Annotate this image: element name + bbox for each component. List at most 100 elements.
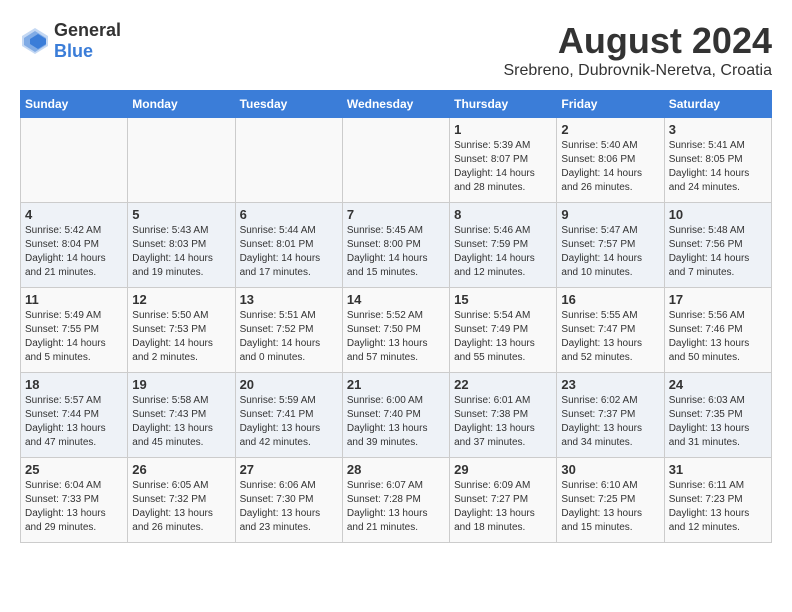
column-header-thursday: Thursday <box>450 91 557 118</box>
calendar-cell <box>128 118 235 203</box>
day-number: 22 <box>454 377 552 392</box>
calendar-cell: 9Sunrise: 5:47 AM Sunset: 7:57 PM Daylig… <box>557 203 664 288</box>
calendar-week-5: 25 Sunrise: 6:04 AM Sunset: 7:33 PM Dayli… <box>21 458 772 543</box>
day-info: Sunrise: 5:52 AM Sunset: 7:50 PM Dayligh… <box>347 309 445 365</box>
day-number: 30 <box>561 462 659 477</box>
logo: General Blue <box>20 20 121 62</box>
day-number: 5 <box>132 207 230 222</box>
day-info: Sunrise: 5:48 AM Sunset: 7:56 PM Dayligh… <box>669 224 767 280</box>
day-number: 14 <box>347 292 445 307</box>
day-info: Sunrise: 6:05 AM Sunset: 7:32 PM Dayligh… <box>132 479 230 535</box>
day-number: 13 <box>240 292 338 307</box>
calendar-body: 1Sunrise: 5:39 AM Sunset: 8:07 PM Daylig… <box>21 118 772 543</box>
calendar-cell: 16 Sunrise: 5:55 AM Sunset: 7:47 PM Dayli… <box>557 288 664 373</box>
calendar-cell: 1Sunrise: 5:39 AM Sunset: 8:07 PM Daylig… <box>450 118 557 203</box>
calendar-table: SundayMondayTuesdayWednesdayThursdayFrid… <box>20 90 772 543</box>
day-number: 6 <box>240 207 338 222</box>
day-number: 11 <box>25 292 123 307</box>
calendar-cell: 4 Sunrise: 5:42 AM Sunset: 8:04 PM Daylig… <box>21 203 128 288</box>
calendar-cell: 24 Sunrise: 6:03 AM Sunset: 7:35 PM Dayli… <box>664 373 771 458</box>
day-number: 28 <box>347 462 445 477</box>
calendar-cell: 15Sunrise: 5:54 AM Sunset: 7:49 PM Dayli… <box>450 288 557 373</box>
day-info: Sunrise: 6:02 AM Sunset: 7:37 PM Dayligh… <box>561 394 659 450</box>
calendar-cell <box>342 118 449 203</box>
day-info: Sunrise: 5:40 AM Sunset: 8:06 PM Dayligh… <box>561 139 659 195</box>
day-info: Sunrise: 6:06 AM Sunset: 7:30 PM Dayligh… <box>240 479 338 535</box>
day-number: 29 <box>454 462 552 477</box>
column-header-saturday: Saturday <box>664 91 771 118</box>
day-number: 4 <box>25 207 123 222</box>
calendar-cell: 22 Sunrise: 6:01 AM Sunset: 7:38 PM Dayli… <box>450 373 557 458</box>
logo-icon <box>20 26 50 56</box>
day-info: Sunrise: 5:55 AM Sunset: 7:47 PM Dayligh… <box>561 309 659 365</box>
day-info: Sunrise: 6:04 AM Sunset: 7:33 PM Dayligh… <box>25 479 123 535</box>
calendar-cell: 10 Sunrise: 5:48 AM Sunset: 7:56 PM Dayli… <box>664 203 771 288</box>
logo-blue-text: Blue <box>54 41 93 61</box>
calendar-cell: 5 Sunrise: 5:43 AM Sunset: 8:03 PM Daylig… <box>128 203 235 288</box>
day-number: 3 <box>669 122 767 137</box>
calendar-cell: 28 Sunrise: 6:07 AM Sunset: 7:28 PM Dayli… <box>342 458 449 543</box>
column-header-wednesday: Wednesday <box>342 91 449 118</box>
month-year-title: August 2024 <box>503 20 772 62</box>
calendar-cell: 31Sunrise: 6:11 AM Sunset: 7:23 PM Dayli… <box>664 458 771 543</box>
calendar-cell: 13 Sunrise: 5:51 AM Sunset: 7:52 PM Dayli… <box>235 288 342 373</box>
day-info: Sunrise: 6:00 AM Sunset: 7:40 PM Dayligh… <box>347 394 445 450</box>
day-number: 20 <box>240 377 338 392</box>
calendar-cell: 2 Sunrise: 5:40 AM Sunset: 8:06 PM Daylig… <box>557 118 664 203</box>
day-info: Sunrise: 6:03 AM Sunset: 7:35 PM Dayligh… <box>669 394 767 450</box>
calendar-week-1: 1Sunrise: 5:39 AM Sunset: 8:07 PM Daylig… <box>21 118 772 203</box>
calendar-cell: 30 Sunrise: 6:10 AM Sunset: 7:25 PM Dayli… <box>557 458 664 543</box>
day-info: Sunrise: 5:56 AM Sunset: 7:46 PM Dayligh… <box>669 309 767 365</box>
calendar-cell: 23Sunrise: 6:02 AM Sunset: 7:37 PM Dayli… <box>557 373 664 458</box>
calendar-cell: 18Sunrise: 5:57 AM Sunset: 7:44 PM Dayli… <box>21 373 128 458</box>
day-info: Sunrise: 5:58 AM Sunset: 7:43 PM Dayligh… <box>132 394 230 450</box>
day-info: Sunrise: 6:09 AM Sunset: 7:27 PM Dayligh… <box>454 479 552 535</box>
calendar-cell: 29 Sunrise: 6:09 AM Sunset: 7:27 PM Dayli… <box>450 458 557 543</box>
day-info: Sunrise: 6:01 AM Sunset: 7:38 PM Dayligh… <box>454 394 552 450</box>
calendar-cell <box>235 118 342 203</box>
calendar-cell: 3 Sunrise: 5:41 AM Sunset: 8:05 PM Daylig… <box>664 118 771 203</box>
day-info: Sunrise: 5:50 AM Sunset: 7:53 PM Dayligh… <box>132 309 230 365</box>
day-info: Sunrise: 5:44 AM Sunset: 8:01 PM Dayligh… <box>240 224 338 280</box>
day-info: Sunrise: 5:51 AM Sunset: 7:52 PM Dayligh… <box>240 309 338 365</box>
calendar-cell: 25 Sunrise: 6:04 AM Sunset: 7:33 PM Dayli… <box>21 458 128 543</box>
day-number: 21 <box>347 377 445 392</box>
day-info: Sunrise: 5:47 AM Sunset: 7:57 PM Dayligh… <box>561 224 659 280</box>
day-info: Sunrise: 6:10 AM Sunset: 7:25 PM Dayligh… <box>561 479 659 535</box>
day-info: Sunrise: 5:54 AM Sunset: 7:49 PM Dayligh… <box>454 309 552 365</box>
day-info: Sunrise: 5:43 AM Sunset: 8:03 PM Dayligh… <box>132 224 230 280</box>
day-number: 18 <box>25 377 123 392</box>
day-number: 2 <box>561 122 659 137</box>
day-info: Sunrise: 5:41 AM Sunset: 8:05 PM Dayligh… <box>669 139 767 195</box>
day-number: 24 <box>669 377 767 392</box>
day-number: 7 <box>347 207 445 222</box>
calendar-cell: 20 Sunrise: 5:59 AM Sunset: 7:41 PM Dayli… <box>235 373 342 458</box>
calendar-cell: 11Sunrise: 5:49 AM Sunset: 7:55 PM Dayli… <box>21 288 128 373</box>
header: General Blue August 2024 Srebreno, Dubro… <box>20 20 772 80</box>
calendar-cell: 12 Sunrise: 5:50 AM Sunset: 7:53 PM Dayli… <box>128 288 235 373</box>
calendar-cell: 14 Sunrise: 5:52 AM Sunset: 7:50 PM Dayli… <box>342 288 449 373</box>
day-number: 10 <box>669 207 767 222</box>
day-info: Sunrise: 5:59 AM Sunset: 7:41 PM Dayligh… <box>240 394 338 450</box>
day-info: Sunrise: 5:42 AM Sunset: 8:04 PM Dayligh… <box>25 224 123 280</box>
calendar-week-4: 18Sunrise: 5:57 AM Sunset: 7:44 PM Dayli… <box>21 373 772 458</box>
location-subtitle: Srebreno, Dubrovnik-Neretva, Croatia <box>503 62 772 80</box>
calendar-cell: 27 Sunrise: 6:06 AM Sunset: 7:30 PM Dayli… <box>235 458 342 543</box>
day-number: 1 <box>454 122 552 137</box>
calendar-cell: 26 Sunrise: 6:05 AM Sunset: 7:32 PM Dayli… <box>128 458 235 543</box>
day-number: 25 <box>25 462 123 477</box>
day-number: 17 <box>669 292 767 307</box>
calendar-cell: 7 Sunrise: 5:45 AM Sunset: 8:00 PM Daylig… <box>342 203 449 288</box>
day-number: 26 <box>132 462 230 477</box>
day-number: 12 <box>132 292 230 307</box>
column-header-tuesday: Tuesday <box>235 91 342 118</box>
day-number: 19 <box>132 377 230 392</box>
calendar-cell: 21 Sunrise: 6:00 AM Sunset: 7:40 PM Dayli… <box>342 373 449 458</box>
day-info: Sunrise: 5:45 AM Sunset: 8:00 PM Dayligh… <box>347 224 445 280</box>
day-info: Sunrise: 6:07 AM Sunset: 7:28 PM Dayligh… <box>347 479 445 535</box>
day-number: 16 <box>561 292 659 307</box>
day-number: 27 <box>240 462 338 477</box>
title-area: August 2024 Srebreno, Dubrovnik-Neretva,… <box>503 20 772 80</box>
column-header-sunday: Sunday <box>21 91 128 118</box>
calendar-cell: 6 Sunrise: 5:44 AM Sunset: 8:01 PM Daylig… <box>235 203 342 288</box>
